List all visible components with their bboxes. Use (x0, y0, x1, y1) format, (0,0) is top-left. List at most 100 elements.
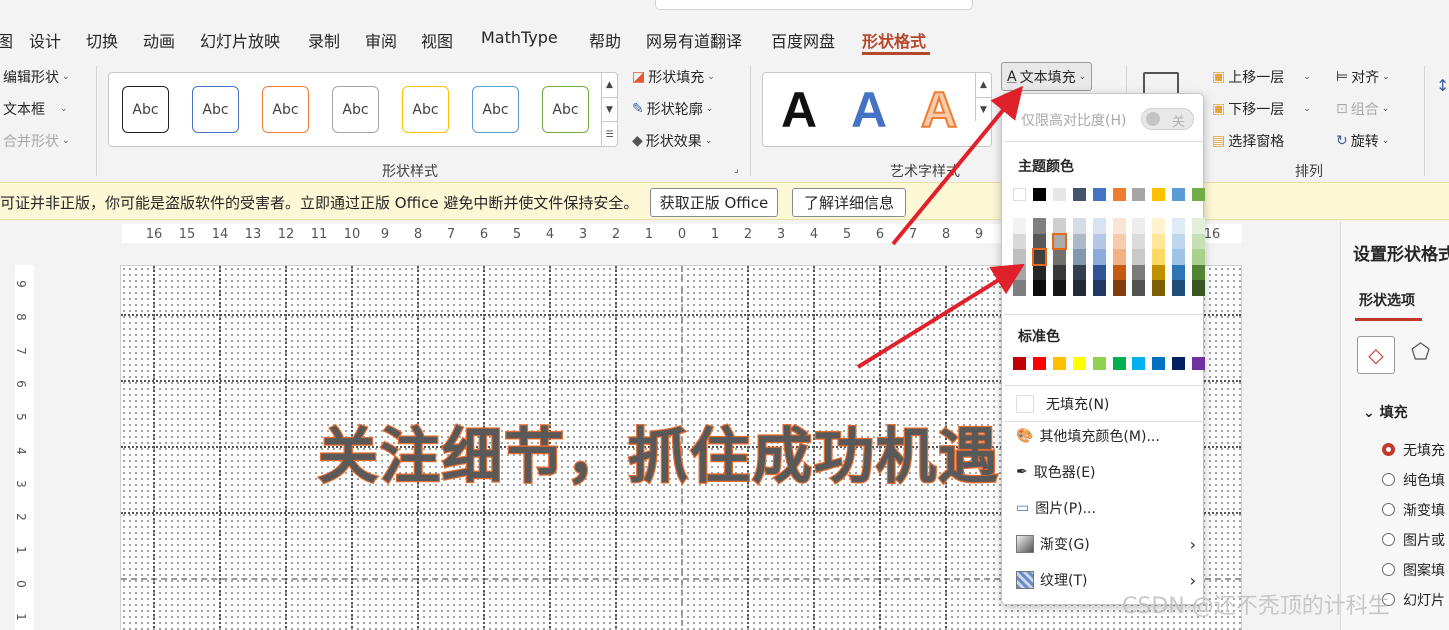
theme-shade-swatch[interactable] (1192, 249, 1206, 265)
theme-color-swatch[interactable] (1112, 188, 1126, 201)
rotate-button[interactable]: ↻ 旋转 ⌄ (1336, 131, 1389, 151)
picture-fill-item[interactable]: ▭ 图片(P)... (1016, 498, 1096, 518)
tab-10[interactable]: 网易有道翻译 (646, 28, 742, 52)
shape-style-preset[interactable]: Abc (262, 86, 309, 133)
tab-9[interactable]: 帮助 (589, 28, 621, 52)
search-box[interactable] (655, 0, 973, 10)
theme-shade-swatch[interactable] (1092, 249, 1106, 265)
standard-color-swatch[interactable] (1032, 357, 1046, 370)
wordart-preset-blue[interactable]: A (851, 81, 887, 139)
send-backward-button[interactable]: ▣ 下移一层 ⌄ (1212, 99, 1311, 119)
theme-shade-swatch[interactable] (1092, 264, 1106, 281)
theme-shade-swatch[interactable] (1172, 218, 1186, 234)
theme-shade-swatch[interactable] (1192, 233, 1206, 250)
theme-shade-swatch[interactable] (1152, 280, 1166, 296)
eyedropper-item[interactable]: ✒ 取色器(E) (1016, 462, 1096, 482)
shape-style-preset[interactable]: Abc (402, 86, 449, 133)
theme-color-swatch[interactable] (1052, 188, 1066, 201)
gradient-fill-item[interactable]: 渐变(G) › (1016, 534, 1196, 554)
theme-shade-swatch[interactable] (1072, 264, 1086, 281)
theme-shade-swatch[interactable] (1052, 280, 1066, 296)
standard-color-swatch[interactable] (1013, 357, 1026, 370)
shape-styles-gallery[interactable]: Abc Abc Abc Abc Abc Abc Abc ▲ ▼ ☰ (108, 72, 618, 147)
theme-shade-swatch[interactable] (1172, 233, 1186, 250)
theme-shade-swatch[interactable] (1013, 280, 1026, 296)
text-fill-button[interactable]: A 文本填充 ⌄ (1001, 62, 1093, 91)
group-button[interactable]: ⊡ 组合 ⌄ (1336, 99, 1389, 119)
theme-shade-swatch[interactable] (1192, 218, 1206, 234)
theme-color-swatch[interactable] (1172, 188, 1186, 201)
tab-0[interactable]: 图 (0, 28, 13, 52)
gallery-down-icon[interactable]: ▼ (601, 97, 617, 121)
theme-shade-swatch[interactable] (1092, 280, 1106, 296)
tab-5[interactable]: 录制 (308, 28, 340, 52)
tab-7[interactable]: 视图 (421, 28, 453, 52)
theme-color-swatch[interactable] (1152, 188, 1166, 201)
selection-pane-button[interactable]: ▤ 选择窗格 (1212, 131, 1284, 151)
theme-shade-swatch[interactable] (1013, 218, 1026, 234)
learn-more-button[interactable]: 了解详细信息 (792, 188, 906, 217)
theme-shade-swatch[interactable] (1052, 249, 1066, 265)
theme-shade-swatch[interactable] (1172, 249, 1186, 265)
theme-color-swatch[interactable] (1032, 188, 1046, 201)
standard-color-swatch[interactable] (1132, 357, 1146, 370)
shape-style-preset[interactable]: Abc (472, 86, 519, 133)
tab-12[interactable]: 形状格式 (862, 28, 926, 52)
tab-8[interactable]: MathType (481, 28, 558, 47)
edit-shape-button[interactable]: 编辑形状 ⌄ (3, 67, 70, 87)
theme-color-swatch[interactable] (1192, 188, 1206, 201)
dialog-launcher-icon[interactable]: ⌟ (734, 164, 739, 175)
high-contrast-toggle[interactable]: 关 (1141, 108, 1194, 130)
theme-shade-swatch[interactable] (1051, 232, 1067, 251)
standard-color-swatch[interactable] (1092, 357, 1106, 370)
fill-option-radio[interactable] (1382, 563, 1395, 576)
gallery-more-icon[interactable]: ☰ (601, 121, 617, 147)
wordart-styles-gallery[interactable]: A A A ▲ ▼ (762, 72, 992, 147)
theme-shade-swatch[interactable] (1192, 280, 1206, 296)
theme-color-swatch[interactable] (1072, 188, 1086, 201)
theme-shade-swatch[interactable] (1092, 218, 1106, 234)
fill-line-icon[interactable]: ◇ (1357, 336, 1395, 374)
theme-shade-swatch[interactable] (1013, 264, 1026, 281)
theme-shade-swatch[interactable] (1132, 280, 1146, 296)
standard-color-swatch[interactable] (1052, 357, 1066, 370)
shape-style-preset[interactable]: Abc (332, 86, 379, 133)
theme-shade-swatch[interactable] (1152, 218, 1166, 234)
bring-forward-button[interactable]: ▣ 上移一层 ⌄ (1212, 67, 1311, 87)
shape-style-preset[interactable]: Abc (542, 86, 589, 133)
no-fill-item[interactable]: 无填充(N) (1016, 394, 1109, 414)
fill-section-header[interactable]: ⌄ 填充 (1363, 402, 1408, 422)
theme-shade-swatch[interactable] (1112, 264, 1126, 281)
texture-fill-item[interactable]: 纹理(T) › (1016, 570, 1196, 590)
wordart-preset-black[interactable]: A (781, 81, 817, 139)
theme-shade-swatch[interactable] (1172, 264, 1186, 281)
theme-shade-swatch[interactable] (1013, 249, 1026, 265)
theme-shade-swatch[interactable] (1013, 233, 1026, 250)
standard-color-swatch[interactable] (1072, 357, 1086, 370)
theme-shade-swatch[interactable] (1032, 233, 1046, 250)
standard-color-swatch[interactable] (1172, 357, 1186, 370)
theme-shade-swatch[interactable] (1112, 218, 1126, 234)
theme-shade-swatch[interactable] (1112, 233, 1126, 250)
align-button[interactable]: ⊨ 对齐 ⌄ (1336, 67, 1390, 87)
get-genuine-office-button[interactable]: 获取正版 Office (650, 188, 778, 217)
theme-shade-swatch[interactable] (1031, 248, 1047, 266)
gallery-down-icon[interactable]: ▼ (975, 97, 991, 121)
wordart-text[interactable]: 关注细节，抓住成功机遇 (317, 408, 1000, 495)
theme-shade-swatch[interactable] (1152, 249, 1166, 265)
theme-shade-swatch[interactable] (1032, 264, 1046, 281)
pentagon-effects-icon[interactable]: ⬠ (1411, 340, 1430, 365)
tab-2[interactable]: 切换 (86, 28, 118, 52)
fill-option-radio[interactable] (1382, 443, 1395, 456)
theme-shade-swatch[interactable] (1092, 233, 1106, 250)
theme-shade-swatch[interactable] (1152, 264, 1166, 281)
theme-color-swatch[interactable] (1132, 188, 1146, 201)
shape-style-preset[interactable]: Abc (192, 86, 239, 133)
theme-shade-swatch[interactable] (1052, 218, 1066, 234)
theme-shade-swatch[interactable] (1072, 249, 1086, 265)
shape-outline-button[interactable]: ✎ 形状轮廓 ⌄ (632, 99, 713, 119)
theme-shade-swatch[interactable] (1112, 280, 1126, 296)
gallery-up-icon[interactable]: ▲ (975, 73, 991, 97)
shape-fill-button[interactable]: ◪ 形状填充 ⌄ (632, 67, 715, 87)
theme-color-swatch[interactable] (1013, 188, 1026, 201)
